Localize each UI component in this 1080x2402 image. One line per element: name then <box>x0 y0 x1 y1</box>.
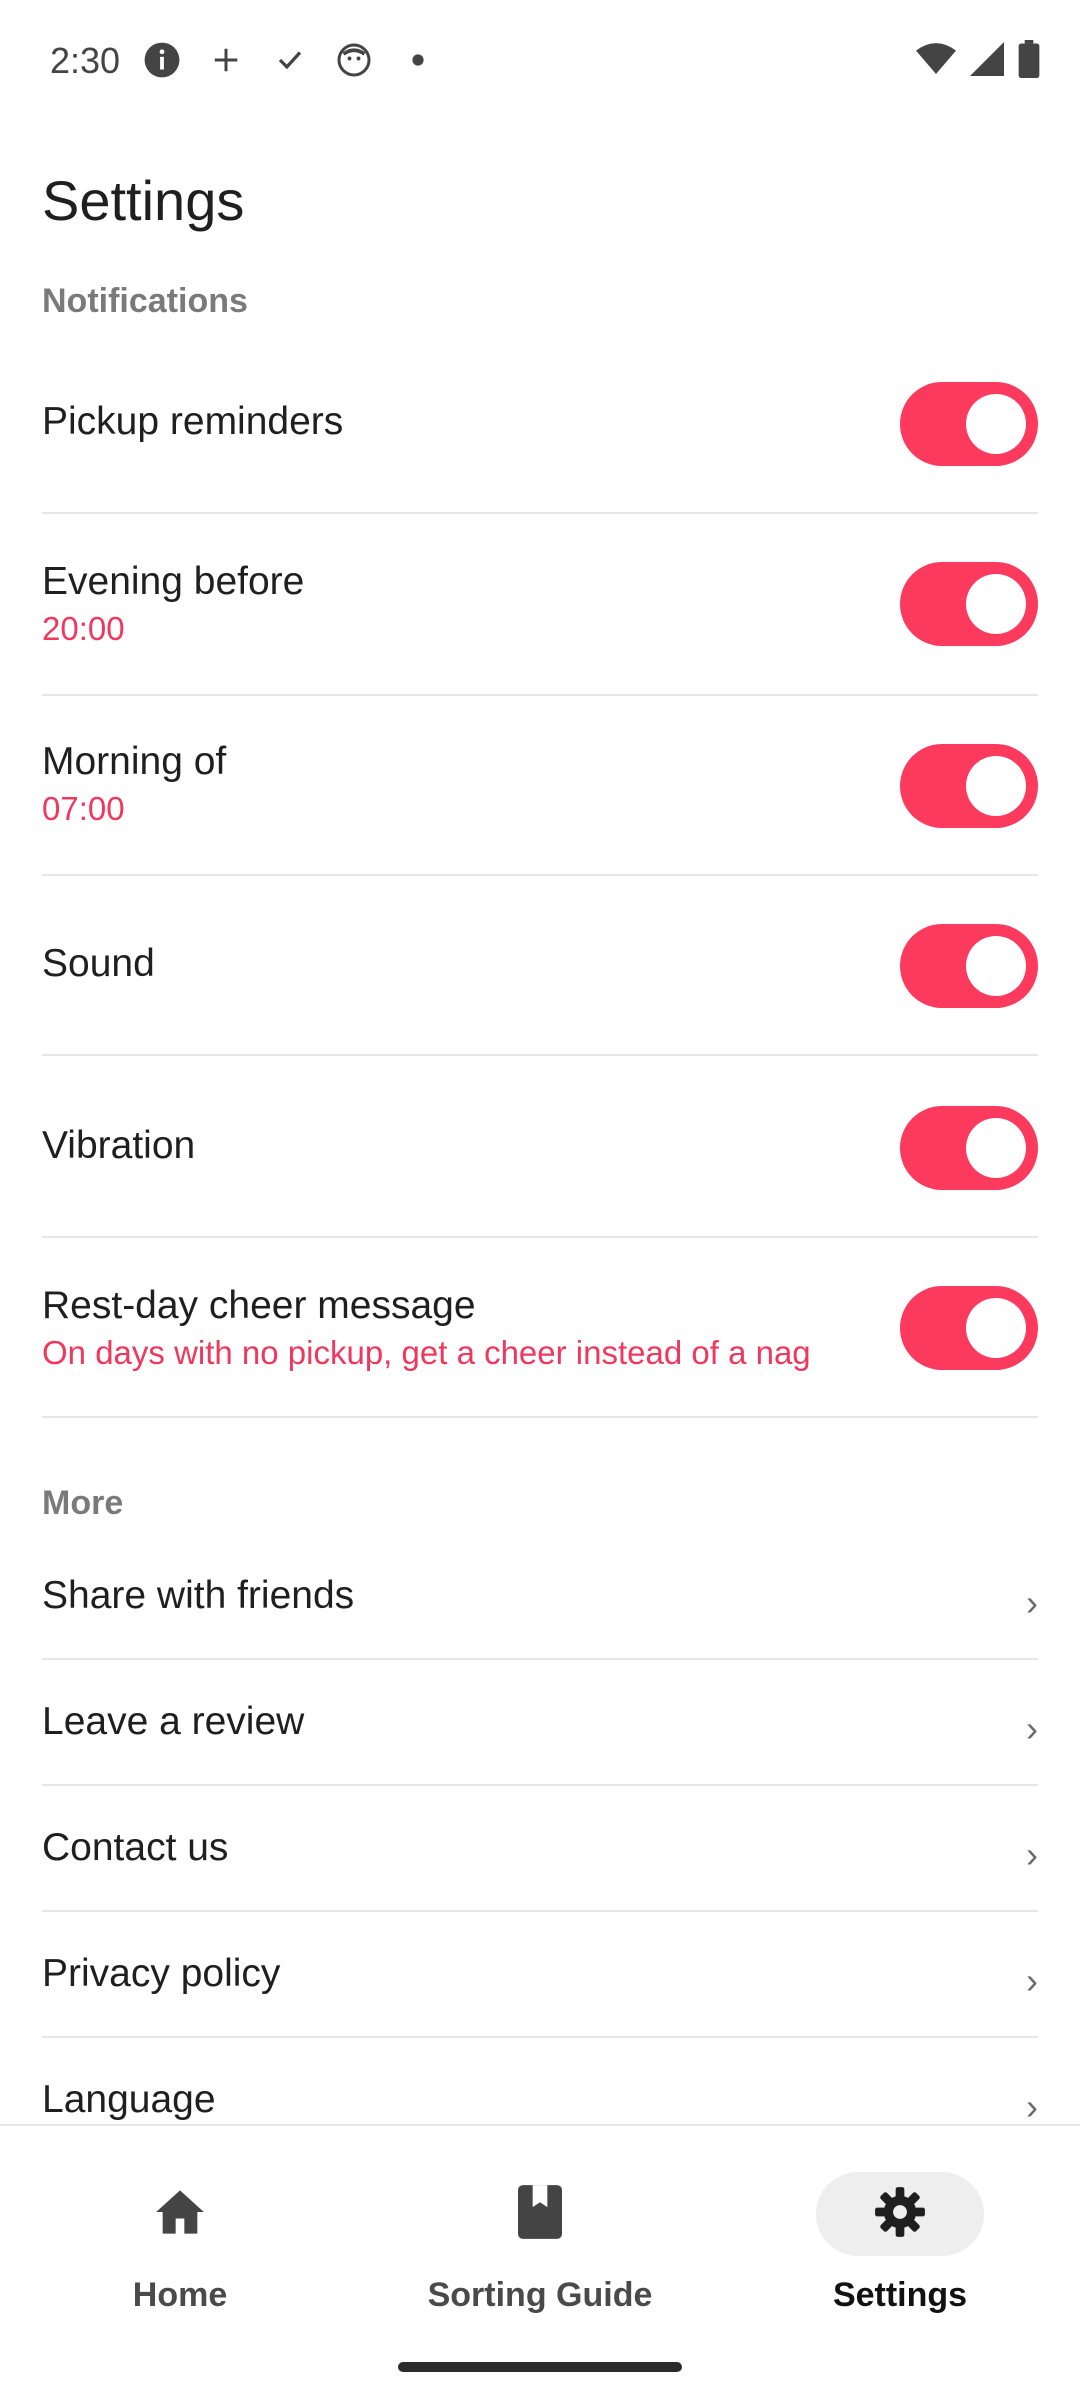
more-item-label: Language <box>42 2078 216 2121</box>
divider <box>42 1416 1038 1418</box>
chevron-right-icon: › <box>1026 1834 1038 1875</box>
home-icon <box>154 2187 206 2242</box>
book-icon <box>518 2184 562 2244</box>
toggle-knob <box>966 756 1026 816</box>
toggle-knob <box>966 936 1026 996</box>
nav-label: Sorting Guide <box>427 2276 653 2314</box>
nav-label: Settings <box>832 2276 968 2314</box>
setting-subtitle: 07:00 <box>42 790 125 827</box>
section-label-notifications: Notifications <box>42 282 248 320</box>
chevron-right-icon: › <box>1026 1960 1038 2001</box>
setting-row-sound[interactable]: Sound <box>42 876 1038 1056</box>
more-item-label: Contact us <box>42 1826 229 1869</box>
face-icon <box>334 40 374 80</box>
setting-title: Rest-day cheer message <box>42 1284 476 1327</box>
setting-subtitle: On days with no pickup, get a cheer inst… <box>42 1334 811 1371</box>
setting-row-morning-of[interactable]: Morning of 07:00 <box>42 696 1038 876</box>
chevron-right-icon: › <box>1026 1708 1038 1749</box>
more-item-label: Privacy policy <box>42 1952 281 1995</box>
setting-subtitle: 20:00 <box>42 610 125 647</box>
toggle-knob <box>966 574 1026 634</box>
more-item-label: Leave a review <box>42 1700 305 1743</box>
chevron-right-icon: › <box>1026 2086 1038 2124</box>
more-item-label: Share with friends <box>42 1574 355 1617</box>
vibration-toggle[interactable] <box>900 1106 1038 1190</box>
plus-icon <box>206 40 246 80</box>
page-title: Settings <box>42 169 245 232</box>
evening-before-toggle[interactable] <box>900 562 1038 646</box>
nav-sorting-guide[interactable]: Sorting Guide <box>360 2146 720 2346</box>
gesture-bar[interactable] <box>398 2362 682 2372</box>
sound-toggle[interactable] <box>900 924 1038 1008</box>
nav-label: Home <box>132 2276 228 2314</box>
toggle-knob <box>966 1118 1026 1178</box>
more-row-privacy[interactable]: Privacy policy › <box>42 1912 1038 2038</box>
nav-home[interactable]: Home <box>0 2146 360 2346</box>
setting-row-pickup-reminders[interactable]: Pickup reminders <box>42 332 1038 514</box>
setting-row-vibration[interactable]: Vibration <box>42 1056 1038 1238</box>
toggle-knob <box>966 394 1026 454</box>
setting-row-rest-day-cheer[interactable]: Rest-day cheer message On days with no p… <box>42 1238 1038 1418</box>
setting-row-evening-before[interactable]: Evening before 20:00 <box>42 514 1038 696</box>
more-row-contact[interactable]: Contact us › <box>42 1786 1038 1912</box>
status-time: 2:30 <box>50 40 121 81</box>
setting-title: Vibration <box>42 1124 196 1167</box>
signal-icon <box>970 42 1004 81</box>
chevron-right-icon: › <box>1026 1582 1038 1623</box>
status-bar: 2:30 <box>0 0 1080 128</box>
gear-icon <box>874 2186 926 2243</box>
setting-title: Sound <box>42 942 155 985</box>
setting-title: Pickup reminders <box>42 400 344 443</box>
morning-of-toggle[interactable] <box>900 744 1038 828</box>
setting-title: Morning of <box>42 740 227 783</box>
nav-settings[interactable]: Settings <box>720 2146 1080 2346</box>
section-label-more: More <box>42 1484 124 1522</box>
rest-day-cheer-toggle[interactable] <box>900 1286 1038 1370</box>
more-row-language[interactable]: Language › <box>42 2038 1038 2124</box>
bottom-navigation: Home Sorting Guide Settings <box>0 2124 1080 2402</box>
battery-icon <box>1018 40 1040 83</box>
setting-title: Evening before <box>42 560 305 603</box>
wifi-icon <box>916 42 956 81</box>
more-row-review[interactable]: Leave a review › <box>42 1660 1038 1786</box>
pickup-reminders-toggle[interactable] <box>900 382 1038 466</box>
check-icon <box>270 40 310 80</box>
dot-icon <box>398 40 438 80</box>
toggle-knob <box>966 1298 1026 1358</box>
info-icon <box>142 40 182 80</box>
more-row-share[interactable]: Share with friends › <box>42 1534 1038 1660</box>
